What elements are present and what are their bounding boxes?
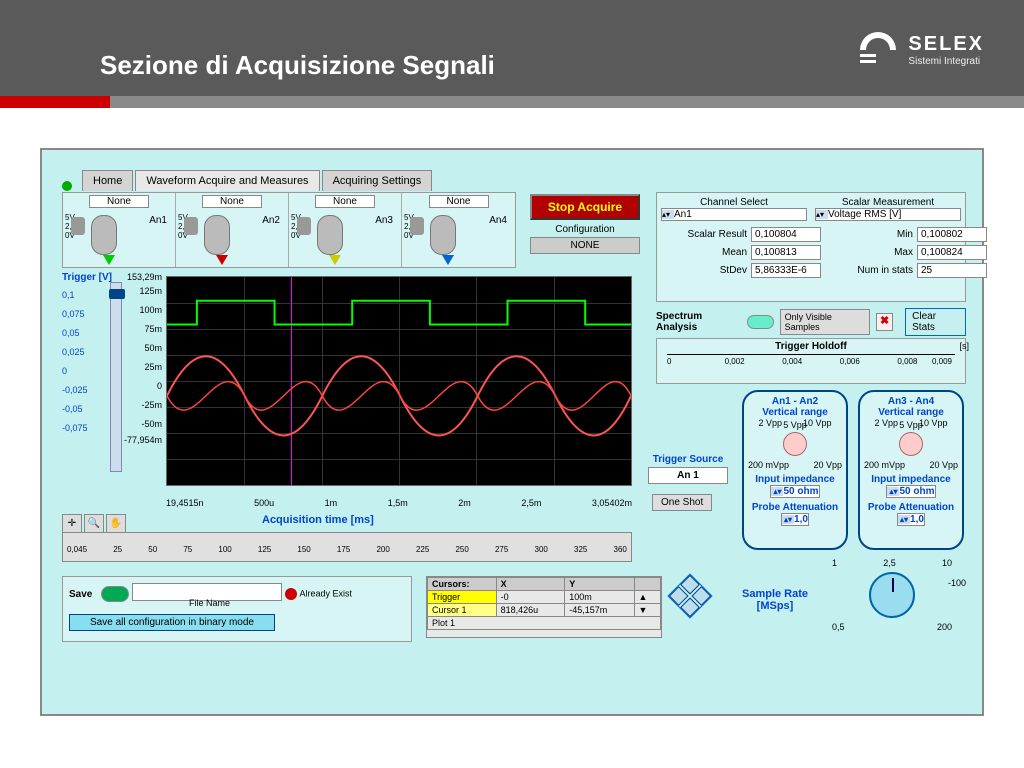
brand-sub: Sistemi Integrati <box>908 56 984 67</box>
save-label: Save <box>69 589 92 600</box>
header-underbar <box>0 96 1024 120</box>
stats-panel: Channel Select ▴▾An1 Scalar Measurement … <box>656 192 966 302</box>
ch1-toggle[interactable] <box>71 217 85 235</box>
plot-canvas[interactable] <box>166 276 632 486</box>
ch1-arrow-icon <box>103 255 115 265</box>
imp2-input[interactable]: ▴▾50 ohm <box>886 485 935 498</box>
vertical-range-row: An1 - An2 Vertical range 2 Vpp 5 Vpp 10 … <box>742 390 964 550</box>
channel-select[interactable]: ▴▾An1 <box>661 208 807 221</box>
ch3-knob[interactable] <box>317 215 343 255</box>
ch3-arrow-icon <box>329 255 341 265</box>
already-exist-led <box>285 588 297 600</box>
scalar-measurement-label: Scalar Measurement <box>815 197 961 208</box>
tab-waveform[interactable]: Waveform Acquire and Measures <box>135 170 319 191</box>
spectrum-row: Spectrum Analysis Only Visible Samples ✖… <box>656 308 966 336</box>
brand-name: SELEX <box>908 33 984 56</box>
holdoff-slider[interactable]: 0 0,002 0,004 0,006 0,008 0,009 [s] <box>667 354 955 374</box>
ch3-label: An3 <box>375 215 393 226</box>
ch2-toggle[interactable] <box>184 217 198 235</box>
att1-input[interactable]: ▴▾1,0 <box>781 513 809 526</box>
ch1-knob[interactable] <box>91 215 117 255</box>
save-button[interactable] <box>101 586 129 602</box>
plot-toolbar: ✛ 🔍 ✋ <box>62 514 126 534</box>
ch2-mode-select[interactable]: None <box>202 195 262 208</box>
save-panel: Save Already Exist File Name Save all co… <box>62 576 412 642</box>
channel-block-1: None 5V2,5V0V An1 <box>63 193 176 267</box>
vrange1-dial[interactable] <box>783 432 807 456</box>
tab-home[interactable]: Home <box>82 170 133 191</box>
ch2-arrow-icon <box>216 255 228 265</box>
zoom-tool-icon[interactable]: 🔍 <box>84 514 104 534</box>
ch4-knob[interactable] <box>430 215 456 255</box>
imp1-input[interactable]: ▴▾50 ohm <box>770 485 819 498</box>
clear-stats-button[interactable]: Clear Stats <box>905 308 966 336</box>
scalar-measurement-select[interactable]: ▴▾Voltage RMS [V] <box>815 208 961 221</box>
page-title: Sezione di Acquisizione Segnali <box>100 50 495 81</box>
ch4-arrow-icon <box>442 255 454 265</box>
sample-rate-dial[interactable] <box>869 572 915 618</box>
only-visible-toggle[interactable]: Only Visible Samples <box>780 309 870 335</box>
nav-diamond-icon[interactable] <box>667 573 712 618</box>
vrange-box-1: An1 - An2 Vertical range 2 Vpp 5 Vpp 10 … <box>742 390 848 550</box>
ch3-mode-select[interactable]: None <box>315 195 375 208</box>
stdev-value: 5,86333E-6 <box>751 263 821 278</box>
numstats-value: 25 <box>917 263 987 278</box>
vrange2-dial[interactable] <box>899 432 923 456</box>
cursors-panel: Cursors:XY Trigger-0100m▲ Cursor 1818,42… <box>426 576 662 638</box>
channel-panel: None 5V2,5V0V An1 None 5V2,5V0V An2 None… <box>62 192 516 268</box>
trigger-source: Trigger Source An 1 <box>648 454 728 484</box>
channel-block-3: None 5V2,5V0V An3 <box>289 193 402 267</box>
waveform-plot: Trigger [V] 0,1 0,075 0,05 0,025 0 -0,02… <box>62 272 644 508</box>
scalar-result-value: 0,100804 <box>751 227 821 242</box>
filename-label: File Name <box>189 598 405 608</box>
y-axis-left: 0,1 0,075 0,05 0,025 0 -0,025 -0,05 -0,0… <box>62 272 110 433</box>
att2-input[interactable]: ▴▾1,0 <box>897 513 925 526</box>
min-value: 0,100802 <box>917 227 987 242</box>
spectrum-label: Spectrum Analysis <box>656 311 741 333</box>
app-window: Home Waveform Acquire and Measures Acqui… <box>40 148 984 716</box>
cursor-trigger-row[interactable]: Trigger <box>428 591 497 604</box>
ch2-knob[interactable] <box>204 215 230 255</box>
configuration-label: Configuration <box>530 224 640 235</box>
sample-rate-panel: Sample Rate [MSps] 1 2,5 10 0,5 200 -100 <box>742 558 966 644</box>
cursor-1-row[interactable]: Cursor 1 <box>428 604 497 617</box>
trigger-holdoff-panel: Trigger Holdoff 0 0,002 0,004 0,006 0,00… <box>656 338 966 384</box>
max-value: 0,100824 <box>917 245 987 260</box>
one-shot-button[interactable]: One Shot <box>652 494 712 511</box>
ch1-mode-select[interactable]: None <box>89 195 149 208</box>
close-icon[interactable]: ✖ <box>876 313 893 331</box>
ch4-toggle[interactable] <box>410 217 424 235</box>
ch2-label: An2 <box>262 215 280 226</box>
channel-block-4: None 5V2,5V0V An4 <box>402 193 515 267</box>
time-ruler[interactable]: 0,04525 5075 100125 150175 200225 250275… <box>62 532 632 562</box>
acq-time-label: Acquisition time [ms] <box>262 514 374 526</box>
ch4-mode-select[interactable]: None <box>429 195 489 208</box>
mean-value: 0,100813 <box>751 245 821 260</box>
save-config-button[interactable]: Save all configuration in binary mode <box>69 614 275 631</box>
cursor-tool-icon[interactable]: ✛ <box>62 514 82 534</box>
ch1-label: An1 <box>149 215 167 226</box>
ch4-label: An4 <box>489 215 507 226</box>
configuration-area: Configuration NONE <box>530 224 640 254</box>
tab-bar: Home Waveform Acquire and Measures Acqui… <box>62 170 434 191</box>
y-axis-right: 153,29m 125m 100m 75m 50m 25m 0 -25m -50… <box>114 272 162 445</box>
brand-logo: SELEX Sistemi Integrati <box>858 30 984 70</box>
spectrum-toggle[interactable] <box>747 315 774 329</box>
tab-acq-settings[interactable]: Acquiring Settings <box>322 170 433 191</box>
ch3-toggle[interactable] <box>297 217 311 235</box>
holdoff-title: Trigger Holdoff <box>657 339 965 354</box>
channel-block-2: None 5V2,5V0V An2 <box>176 193 289 267</box>
x-axis: 19,4515n500u1m 1,5m2m2,5m 3,05402m <box>166 498 632 508</box>
vrange-box-2: An3 - An4 Vertical range 2 Vpp 5 Vpp 10 … <box>858 390 964 550</box>
trigger-source-select[interactable]: An 1 <box>648 467 728 484</box>
channel-select-label: Channel Select <box>661 197 807 208</box>
configuration-value[interactable]: NONE <box>530 237 640 254</box>
pan-tool-icon[interactable]: ✋ <box>106 514 126 534</box>
status-led <box>62 181 72 191</box>
stop-acquire-button[interactable]: Stop Acquire <box>530 194 640 220</box>
